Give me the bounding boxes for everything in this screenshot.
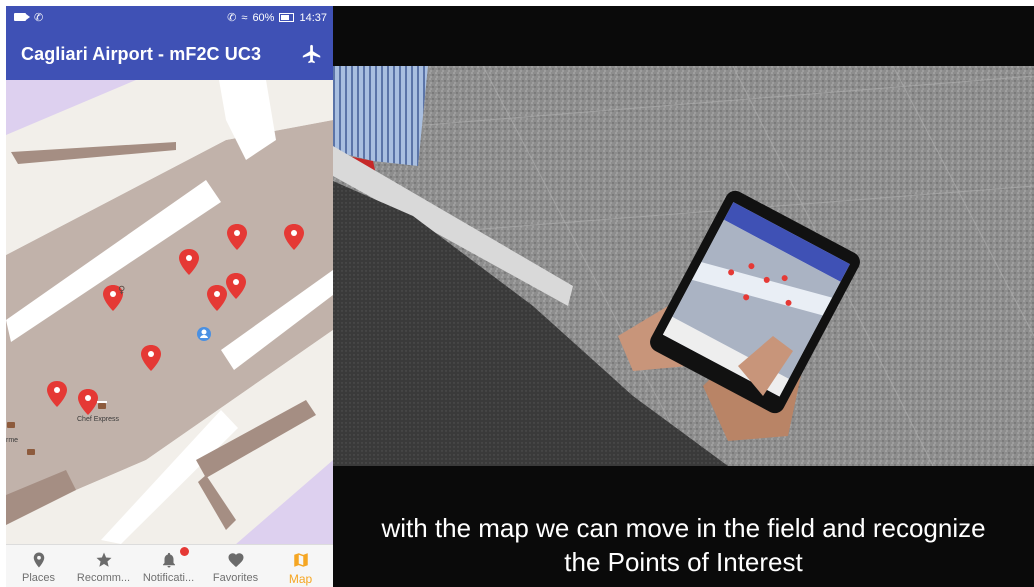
- bottom-navigation: Places Recomm... Notificati... Favorites…: [6, 544, 333, 587]
- nav-places[interactable]: Places: [6, 545, 71, 587]
- nav-label: Map: [288, 572, 313, 586]
- wifi-icon: ≈: [241, 11, 248, 24]
- battery-percent: 60%: [252, 11, 275, 24]
- heart-icon: [228, 553, 243, 568]
- video-caption: with the map we can move in the field an…: [333, 511, 1034, 579]
- phone-screen: ✆ ✆ ≈ 60% 14:37 Cagliari Airport - mF2C …: [6, 6, 333, 587]
- user-location-icon: [197, 327, 211, 341]
- caption-line: with the map we can move in the field an…: [381, 513, 986, 543]
- video-frame: [333, 66, 1034, 466]
- map-icon: [293, 553, 308, 567]
- poi-label: Chef Express: [77, 416, 120, 423]
- battery-icon: [279, 13, 295, 22]
- poi-label: rme: [6, 437, 18, 444]
- coffee-icon: [97, 401, 107, 409]
- coffee-icon: [27, 449, 35, 455]
- video-panel: with the map we can move in the field an…: [333, 6, 1034, 587]
- clock: 14:37: [299, 11, 327, 24]
- coffee-icon: [7, 422, 15, 428]
- bell-icon: [162, 552, 175, 568]
- nav-label: Places: [21, 572, 56, 584]
- nav-label: Favorites: [212, 572, 259, 584]
- app-title: Cagliari Airport - mF2C UC3: [21, 44, 262, 64]
- restroom-icon: ♀: [118, 285, 125, 296]
- nav-map[interactable]: Map: [268, 545, 333, 587]
- nav-recommendations[interactable]: Recomm...: [71, 545, 136, 587]
- airplane-icon[interactable]: [301, 43, 323, 65]
- wifi-call-icon: ✆: [227, 12, 237, 24]
- app-bar: Cagliari Airport - mF2C UC3: [6, 30, 333, 80]
- video-recording-icon: [14, 13, 30, 21]
- status-bar: ✆ ✆ ≈ 60% 14:37: [6, 6, 333, 30]
- notification-badge: [180, 547, 189, 556]
- call-icon: ✆: [34, 12, 44, 24]
- map-view[interactable]: ♀ Chef Express rme: [6, 80, 333, 544]
- screen-frame: ✆ ✆ ≈ 60% 14:37 Cagliari Airport - mF2C …: [0, 0, 1034, 587]
- nav-label: Recomm...: [76, 572, 131, 584]
- nav-label: Notificati...: [142, 572, 195, 584]
- place-icon: [33, 552, 44, 568]
- nav-favorites[interactable]: Favorites: [203, 545, 268, 587]
- caption-line: the Points of Interest: [564, 547, 803, 577]
- star-icon: [96, 552, 111, 567]
- nav-notifications[interactable]: Notificati...: [136, 545, 201, 587]
